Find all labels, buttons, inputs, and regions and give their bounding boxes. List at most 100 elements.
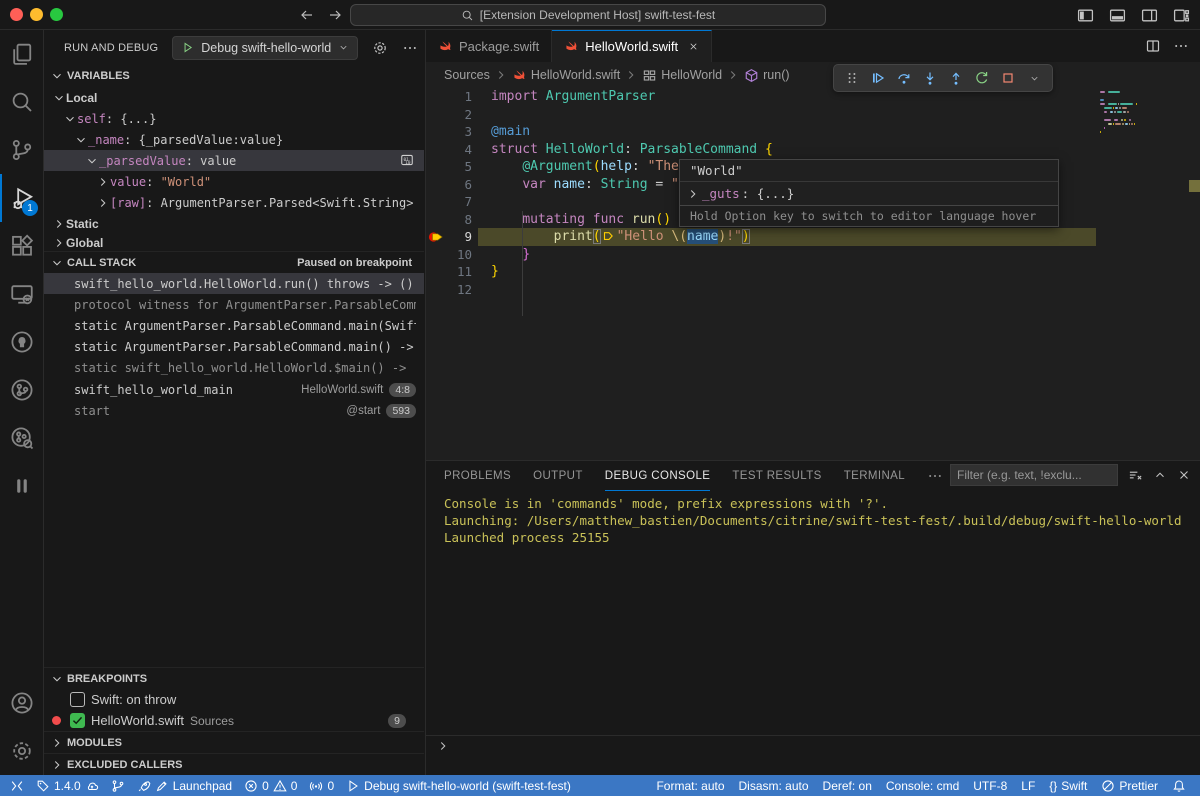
panel-tab-problems[interactable]: PROBLEMS — [444, 461, 511, 491]
breakpoint-checkbox[interactable] — [70, 713, 85, 728]
breakpoint-checkbox[interactable] — [70, 692, 85, 707]
variable-row[interactable]: value: "World" — [44, 171, 424, 192]
gutter-glyph[interactable] — [426, 281, 446, 299]
gutter-glyph[interactable] — [426, 193, 446, 211]
panel-tab-test-results[interactable]: TEST RESULTS — [732, 461, 821, 491]
layout-customize-icon[interactable] — [1170, 4, 1192, 26]
settings-gear-icon[interactable] — [0, 727, 44, 775]
start-debug-icon[interactable] — [181, 41, 194, 54]
excluded-callers-section-header[interactable]: EXCLUDED CALLERS — [44, 753, 424, 775]
format-item[interactable]: Format: auto — [650, 775, 730, 796]
gutter-glyph[interactable] — [426, 176, 446, 194]
code-line[interactable]: 1import ArgumentParser — [426, 88, 1200, 106]
more-actions-icon[interactable] — [402, 40, 418, 56]
tab-helloworld-swift[interactable]: HelloWorld.swift — [552, 30, 712, 62]
layout-panel-icon[interactable] — [1106, 4, 1128, 26]
console-filter-input[interactable] — [950, 464, 1118, 486]
breadcrumb-item[interactable]: run() — [744, 68, 789, 83]
github-icon[interactable] — [0, 318, 44, 366]
variables-section-header[interactable]: VARIABLES — [44, 65, 424, 87]
code-line[interactable]: 10 } — [426, 246, 1200, 264]
clear-console-icon[interactable] — [1128, 468, 1143, 483]
navigate-forward-button[interactable] — [325, 5, 345, 25]
minimap[interactable] — [1096, 90, 1189, 210]
search-icon[interactable] — [0, 78, 44, 126]
code-line[interactable]: 9 print("Hello \(name)!") — [426, 228, 1200, 246]
gutter-glyph[interactable] — [426, 263, 446, 281]
variable-row[interactable]: _parsedValue: value0110 — [44, 150, 424, 171]
gutter-glyph[interactable] — [426, 158, 446, 176]
code-line[interactable]: 4struct HelloWorld: ParsableCommand { — [426, 141, 1200, 159]
accounts-icon[interactable] — [0, 679, 44, 727]
variable-row[interactable]: self: {...} — [44, 108, 424, 129]
git-graph-item[interactable] — [105, 775, 131, 796]
more-panel-tabs-icon[interactable] — [927, 461, 943, 491]
navigate-back-button[interactable] — [297, 5, 317, 25]
more-actions-icon[interactable] — [1173, 38, 1189, 54]
breadcrumb-item[interactable]: Sources — [444, 68, 490, 82]
layout-sidebar-right-icon[interactable] — [1138, 4, 1160, 26]
source-control-icon[interactable] — [0, 126, 44, 174]
breadcrumb-item[interactable]: HelloWorld.swift — [512, 68, 620, 83]
console-mode-item[interactable]: Console: cmd — [880, 775, 965, 796]
code-line[interactable]: 12 — [426, 281, 1200, 299]
version-item[interactable]: 1.4.0 — [30, 775, 105, 796]
view-binary-icon[interactable]: 0110 — [400, 153, 414, 167]
eol-item[interactable]: LF — [1015, 775, 1041, 796]
extensions-icon[interactable] — [0, 222, 44, 270]
code-line[interactable]: 11} — [426, 263, 1200, 281]
variables-scope-row[interactable]: Local — [44, 87, 424, 108]
call-stack-frame[interactable]: swift_hello_world_mainHelloWorld.swift4:… — [44, 379, 424, 400]
breadcrumb-item[interactable]: HelloWorld — [642, 68, 722, 83]
stop-button[interactable] — [996, 66, 1020, 90]
close-window-button[interactable] — [10, 8, 23, 21]
breakpoints-section-header[interactable]: BREAKPOINTS — [44, 667, 424, 689]
launch-config-dropdown[interactable]: Debug swift-hello-world — [172, 36, 358, 60]
code-line[interactable]: 3@main — [426, 123, 1200, 141]
panel-tab-terminal[interactable]: TERMINAL — [844, 461, 905, 491]
code-line[interactable]: 2 — [426, 106, 1200, 124]
call-stack-frame[interactable]: swift_hello_world.HelloWorld.run() throw… — [44, 273, 424, 294]
gutter-glyph[interactable] — [426, 88, 446, 106]
maximize-panel-icon[interactable] — [1153, 468, 1167, 482]
variable-row[interactable]: _name: {_parsedValue:value} — [44, 129, 424, 150]
gripper-icon[interactable] — [840, 66, 864, 90]
call-stack-frame[interactable]: protocol witness for ArgumentParser.Pars… — [44, 294, 424, 315]
zoom-window-button[interactable] — [50, 8, 63, 21]
variables-scope-row[interactable]: Global — [44, 234, 424, 251]
continue-button[interactable] — [866, 66, 890, 90]
breakpoint-glyph[interactable] — [426, 228, 446, 246]
call-stack-frame[interactable]: static swift_hello_world.HelloWorld.$mai… — [44, 358, 424, 379]
modules-section-header[interactable]: MODULES — [44, 731, 424, 753]
language-item[interactable]: {}Swift — [1043, 775, 1093, 796]
close-panel-icon[interactable] — [1177, 468, 1191, 482]
disasm-item[interactable]: Disasm: auto — [733, 775, 815, 796]
run-and-debug-icon[interactable]: 1 — [0, 174, 44, 222]
step-out-button[interactable] — [944, 66, 968, 90]
split-editor-icon[interactable] — [1145, 38, 1161, 54]
variables-scope-row[interactable]: Static — [44, 213, 424, 234]
notifications-item[interactable] — [1166, 775, 1192, 796]
pause-bars-icon[interactable] — [0, 462, 44, 510]
gutter-glyph[interactable] — [426, 106, 446, 124]
call-stack-frame[interactable]: static ArgumentParser.ParsableCommand.ma… — [44, 337, 424, 358]
command-center-search[interactable]: [Extension Development Host] swift-test-… — [350, 4, 826, 26]
deref-item[interactable]: Deref: on — [817, 775, 878, 796]
gutter-glyph[interactable] — [426, 141, 446, 159]
breakpoint-row[interactable]: HelloWorld.swiftSources9 — [44, 710, 424, 731]
breadcrumb[interactable]: Sources HelloWorld.swift HelloWorld run() — [426, 62, 1200, 88]
step-into-button[interactable] — [918, 66, 942, 90]
step-over-button[interactable] — [892, 66, 916, 90]
restart-button[interactable] — [970, 66, 994, 90]
call-stack-frame[interactable]: start@start593 — [44, 400, 424, 421]
problems-item[interactable]: 00 — [238, 775, 303, 796]
gutter-glyph[interactable] — [426, 211, 446, 229]
launchpad-item[interactable]: Launchpad — [131, 775, 238, 796]
gutter-glyph[interactable] — [426, 246, 446, 264]
call-stack-frame[interactable]: static ArgumentParser.ParsableCommand.ma… — [44, 315, 424, 336]
debug-settings-gear-icon[interactable] — [372, 40, 388, 56]
remote-explorer-icon[interactable] — [0, 270, 44, 318]
variable-row[interactable]: [raw]: ArgumentParser.Parsed<Swift.Strin… — [44, 192, 424, 213]
debug-console-input[interactable] — [426, 735, 1200, 755]
gutter-glyph[interactable] — [426, 123, 446, 141]
